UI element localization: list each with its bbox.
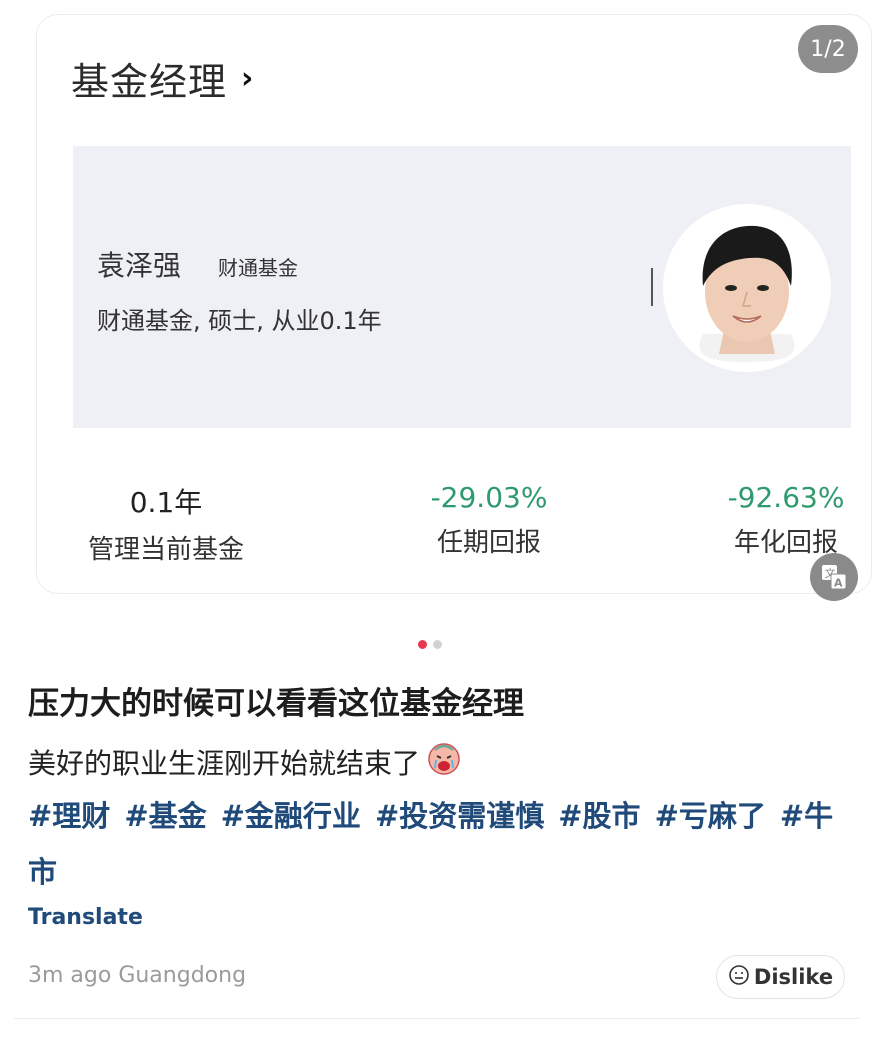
avatar-divider	[651, 268, 653, 306]
manager-company: 财通基金	[218, 256, 298, 280]
stat-term-return: -29.03% 任期回报	[409, 481, 569, 559]
manager-meta: 财通基金, 硕士, 从业0.1年	[97, 307, 382, 335]
carousel-dot-2[interactable]	[433, 640, 442, 649]
post-body: 美好的职业生涯刚开始就结束了	[28, 740, 462, 783]
stat-term-return-label: 任期回报	[436, 528, 541, 558]
divider	[14, 1018, 860, 1019]
manager-panel: 袁泽强 财通基金 财通基金, 硕士, 从业0.1年	[73, 146, 851, 428]
card-title-text: 基金经理	[71, 60, 228, 104]
card-title: 基金经理 ›	[71, 51, 254, 106]
neutral-face-icon	[728, 964, 750, 991]
avatar	[663, 204, 831, 372]
translate-image-button[interactable]: 文 A	[810, 553, 858, 601]
stat-term-return-value: -29.03%	[430, 481, 548, 514]
hashtag-link[interactable]: #基金	[124, 799, 206, 833]
fund-manager-card: 基金经理 › 袁泽强 财通基金 财通基金, 硕士, 从业0.1年 0.1年 管理…	[36, 14, 872, 594]
svg-text:A: A	[834, 577, 843, 590]
stat-annual-return-value: -92.63%	[727, 481, 845, 514]
hashtag-link[interactable]: #股市	[558, 799, 640, 833]
dislike-button[interactable]: Dislike	[716, 955, 845, 999]
crying-emoji-icon	[426, 740, 462, 783]
dislike-label: Dislike	[753, 965, 834, 989]
post-image-carousel[interactable]: 基金经理 › 袁泽强 财通基金 财通基金, 硕士, 从业0.1年 0.1年 管理…	[0, 0, 872, 628]
stat-tenure-value: 0.1年	[129, 486, 203, 519]
hashtag-link[interactable]: #金融行业	[221, 799, 361, 833]
post-meta: 3m ago Guangdong	[28, 963, 247, 988]
post-body-text: 美好的职业生涯刚开始就结束了	[28, 746, 421, 780]
translate-icon: 文 A	[822, 565, 847, 590]
page-indicator: 1/2	[798, 25, 858, 73]
carousel-dot-1[interactable]	[418, 640, 427, 649]
stat-tenure-label: 管理当前基金	[87, 535, 244, 565]
stat-tenure: 0.1年 管理当前基金	[71, 481, 261, 566]
manager-name: 袁泽强	[97, 249, 182, 282]
post-title: 压力大的时候可以看看这位基金经理	[28, 686, 524, 722]
hashtag-list: #理财 #基金 #金融行业 #投资需谨慎 #股市 #亏麻了 #牛市	[28, 788, 840, 900]
chevron-right-icon: ›	[241, 61, 255, 96]
hashtag-link[interactable]: #亏麻了	[655, 799, 766, 833]
hashtag-link[interactable]: #投资需谨慎	[375, 799, 544, 833]
translate-link[interactable]: Translate	[28, 905, 143, 930]
carousel-dots	[418, 640, 442, 649]
stat-annual-return: -92.63% 年化回报	[713, 481, 859, 559]
hashtag-link[interactable]: #理财	[28, 799, 110, 833]
